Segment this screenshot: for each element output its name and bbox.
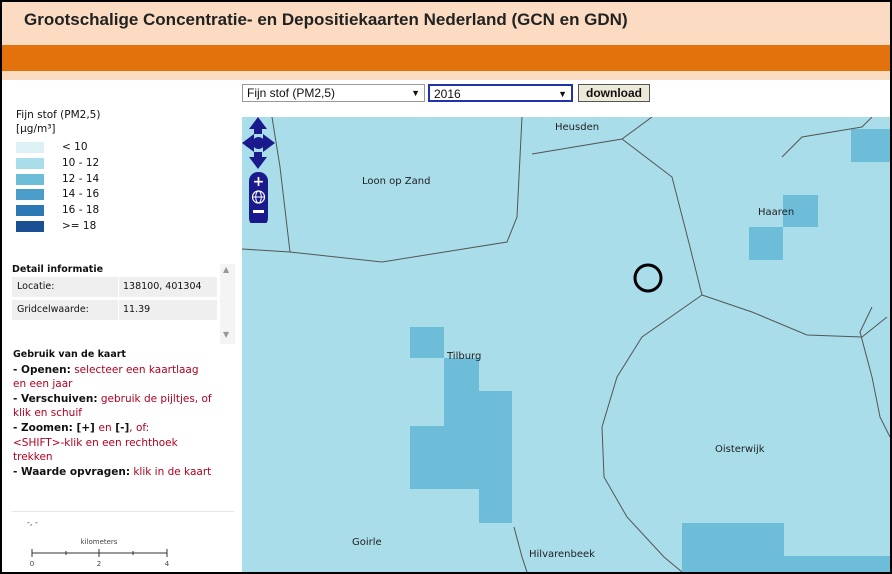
place-label-goirle: Goirle <box>352 537 382 548</box>
boundary-line <box>621 138 703 296</box>
legend-title-text: Fijn stof (PM2,5) <box>16 109 101 121</box>
location-value: 138100, 401304 <box>123 281 202 292</box>
legend-label: < 10 <box>62 141 88 153</box>
place-label-heusden: Heusden <box>555 122 600 133</box>
grid-value: 11.39 <box>123 304 151 315</box>
legend-label: 16 - 18 <box>62 204 100 217</box>
legend-swatch <box>16 173 44 185</box>
grid-cell <box>444 391 512 426</box>
move-text2: klik en schuif <box>13 407 82 420</box>
map-navigation: + <box>242 117 275 223</box>
boundary-line <box>701 294 888 338</box>
year-select[interactable]: 2016 ▼ <box>428 84 573 102</box>
layer-select-value: Fijn stof (PM2,5) <box>247 86 336 100</box>
layer-select[interactable]: Fijn stof (PM2,5) ▼ <box>242 84 425 102</box>
detail-row-grid: Gridcelwaarde: 11.39 <box>12 300 217 320</box>
zoom-text2: <SHIFT>-klik en een rechthoek <box>13 436 178 449</box>
app-frame: Grootschalige Concentratie- en Depositie… <box>0 0 892 574</box>
place-label-haaren: Haaren <box>758 207 795 218</box>
sub-banner <box>2 71 890 80</box>
scale-label-2: 2 <box>97 560 101 568</box>
scale-label-0: 0 <box>30 560 34 568</box>
header: Grootschalige Concentratie- en Depositie… <box>2 2 890 45</box>
legend-swatch <box>16 157 44 169</box>
legend-label: 12 - 14 <box>62 172 100 185</box>
zoom-key: - Zoomen: <box>13 421 73 434</box>
legend-label: 10 - 12 <box>62 156 100 169</box>
legend-unit: [μg/m³] <box>16 123 56 135</box>
map-canvas[interactable] <box>242 117 890 572</box>
value-key: - Waarde opvragen: <box>13 465 131 478</box>
place-label-loon-op-zand: Loon op Zand <box>362 176 431 187</box>
zoom-of: , of: <box>129 421 150 434</box>
divider <box>12 511 234 512</box>
legend-swatch <box>16 142 44 153</box>
zoom-text3: trekken <box>13 451 53 464</box>
grid-cell <box>851 129 890 162</box>
open-text: selecteer een kaartlaag <box>70 363 199 376</box>
grid-cell <box>682 556 890 572</box>
grid-cell <box>410 426 512 489</box>
detail-scrollbar[interactable]: ▲ ▼ <box>220 264 235 344</box>
boundary-line <box>513 526 528 572</box>
grid-cell <box>410 327 444 358</box>
sidebar: Fijn stof (PM2,5) [μg/m³] < 10 10 - 12 12 … <box>2 104 242 572</box>
move-text: gebruik de pijltjes, of <box>97 392 212 405</box>
legend-label: 14 - 16 <box>62 188 100 201</box>
municipal-boundaries <box>242 117 890 572</box>
boundary-line <box>242 117 523 263</box>
orange-banner <box>2 45 890 71</box>
place-label-hilvarenbeek: Hilvarenbeek <box>529 549 595 560</box>
legend-swatch <box>16 221 44 232</box>
chevron-down-icon: ▼ <box>411 88 420 98</box>
value-text: klik in de kaart <box>130 465 212 478</box>
zoom-minus: [-] <box>111 421 130 434</box>
year-select-value: 2016 <box>434 87 461 101</box>
grid-cell <box>444 358 479 391</box>
open-key: - Openen: <box>13 363 71 376</box>
scale-label-4: 4 <box>165 560 170 568</box>
place-label-oisterwijk: Oisterwijk <box>715 444 765 455</box>
usage-instructions: Gebruik van de kaart - Openen: selecteer… <box>13 348 237 479</box>
detail-header: Detail informatie <box>12 264 104 275</box>
legend-label: >= 18 <box>62 220 97 232</box>
page-title: Grootschalige Concentratie- en Depositie… <box>24 10 628 29</box>
scroll-down-icon[interactable]: ▼ <box>223 330 229 339</box>
open-text2: en een jaar <box>13 378 73 391</box>
grid-cells <box>410 129 890 572</box>
zoom-in-icon[interactable]: + <box>253 174 265 190</box>
legend-swatch <box>16 189 44 201</box>
pan-center-icon <box>252 137 265 149</box>
grid-label: Gridcelwaarde: <box>17 304 89 315</box>
zoom-plus: [+] <box>72 421 99 434</box>
pan-down-icon[interactable] <box>249 152 267 169</box>
place-label-tilburg: Tilburg <box>447 351 482 362</box>
zoom-out-icon[interactable] <box>253 210 264 213</box>
grid-cell <box>749 227 783 260</box>
detail-row-location: Locatie: 138100, 401304 <box>12 277 217 297</box>
scroll-up-icon[interactable]: ▲ <box>223 265 229 274</box>
location-label: Locatie: <box>17 281 55 292</box>
zoom-en: en <box>98 421 112 434</box>
usage-title: Gebruik van de kaart <box>13 349 126 360</box>
legend-swatch <box>16 205 44 217</box>
chevron-down-icon: ▼ <box>558 89 567 99</box>
detail-table: Locatie: 138100, 401304 Gridcelwaarde: 1… <box>12 277 217 323</box>
scale-bar: kilometers 0 2 4 <box>30 538 170 568</box>
coordinate-readout: -, - <box>27 518 38 527</box>
grid-cell <box>682 523 784 556</box>
download-button[interactable]: download <box>578 84 650 102</box>
move-key: - Verschuiven: <box>13 392 98 405</box>
location-marker <box>633 263 663 293</box>
map-view[interactable]: Heusden Loon op Zand Haaren Tilburg Oist… <box>242 117 890 572</box>
pan-up-icon[interactable] <box>249 117 267 134</box>
grid-cell <box>479 489 512 523</box>
legend-title: Fijn stof (PM2,5) [μg/m³] <box>16 108 100 136</box>
scale-unit: kilometers <box>81 538 118 546</box>
